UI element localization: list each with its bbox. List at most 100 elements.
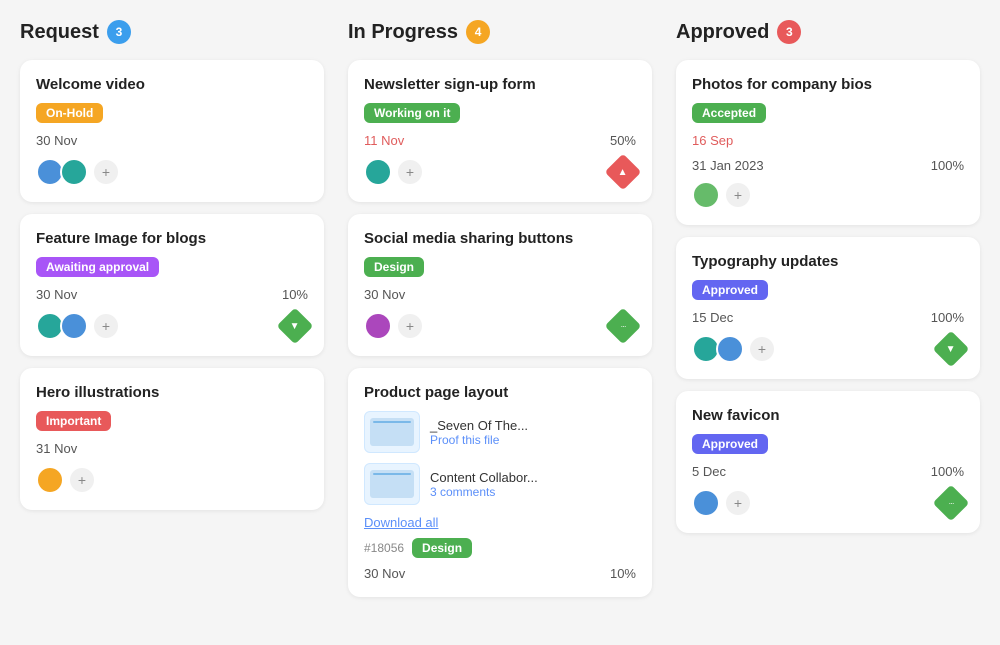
card-card-favicon: New favicon Approved 5 Dec 100% + [676, 391, 980, 533]
avatar-group: + [364, 312, 422, 340]
card-date-primary: 16 Sep [692, 133, 964, 148]
card-date-secondary: 31 Jan 2023 [692, 158, 764, 173]
add-assignee-button[interactable]: + [750, 337, 774, 361]
status-tag: Important [36, 411, 111, 431]
file-action-link[interactable]: 3 comments [430, 485, 636, 499]
card-title: New favicon [692, 407, 964, 424]
add-assignee-button[interactable]: + [70, 468, 94, 492]
file-row: Content Collabor...3 comments [364, 463, 636, 505]
status-tag: Working on it [364, 103, 460, 123]
status-tag: On-Hold [36, 103, 103, 123]
card-date: 5 Dec [692, 464, 726, 479]
download-all-link[interactable]: Download all [364, 515, 636, 530]
card-card-hero: Hero illustrations Important 31 Nov + [20, 368, 324, 510]
avatar-group: + [692, 335, 774, 363]
card-card-product: Product page layout _Seven Of The...Proof… [348, 368, 652, 597]
card-title: Newsletter sign-up form [364, 76, 636, 93]
priority-down-icon[interactable] [277, 308, 314, 345]
avatar-group: + [364, 158, 422, 186]
file-row: _Seven Of The...Proof this file [364, 411, 636, 453]
card-percent: 50% [610, 133, 636, 148]
card-title: Photos for company bios [692, 76, 964, 93]
file-info: _Seven Of The...Proof this file [430, 418, 636, 447]
add-assignee-button[interactable]: + [398, 160, 422, 184]
card-footer: + [692, 335, 964, 363]
card-date: 15 Dec [692, 310, 733, 325]
priority-down-icon[interactable] [933, 331, 970, 368]
status-tag: Awaiting approval [36, 257, 159, 277]
card-footer: + [36, 312, 308, 340]
ticket-id: #18056 [364, 541, 404, 555]
card-title: Hero illustrations [36, 384, 308, 401]
card-percent: 10% [282, 287, 308, 302]
avatar-group: + [36, 466, 94, 494]
card-date-wrap: 30 Nov [364, 287, 636, 302]
card-title: Social media sharing buttons [364, 230, 636, 247]
avatar [364, 158, 392, 186]
column-approved: Approved 3 Photos for company biosAccepted… [676, 20, 980, 545]
status-tag: Approved [692, 280, 768, 300]
kanban-board: Request3Welcome videoOn-Hold30 Nov+Featu… [20, 20, 980, 609]
card-card-feature: Feature Image for blogs Awaiting approval… [20, 214, 324, 356]
avatar [692, 489, 720, 517]
column-request: Request3Welcome videoOn-Hold30 Nov+Featu… [20, 20, 324, 522]
card-footer: + [692, 181, 964, 209]
add-assignee-button[interactable]: + [726, 491, 750, 515]
card-date: 31 Nov [36, 441, 77, 456]
column-badge: 3 [107, 20, 131, 44]
card-card-newsletter: Newsletter sign-up form Working on it 11 N… [348, 60, 652, 202]
avatar-group: + [36, 158, 118, 186]
card-percent: 100% [931, 310, 964, 325]
card-date-row: 31 Jan 2023100% [692, 158, 964, 173]
card-title: Feature Image for blogs [36, 230, 308, 247]
column-header: Approved 3 [676, 20, 980, 44]
column-title: Approved [676, 21, 769, 44]
file-thumbnail [364, 463, 420, 505]
avatar [60, 312, 88, 340]
column-badge: 3 [777, 20, 801, 44]
card-date-wrap: 31 Nov [36, 441, 308, 456]
card-date: 11 Nov [364, 133, 404, 148]
card-date: 30 Nov [364, 287, 405, 302]
card-title: Welcome video [36, 76, 308, 93]
card-card-photos: Photos for company biosAccepted16 Sep31 … [676, 60, 980, 225]
status-tag: Design [364, 257, 424, 277]
card-percent: 100% [931, 464, 964, 479]
card-title: Product page layout [364, 384, 636, 401]
column-title: Request [20, 21, 99, 44]
card-card-typography: Typography updates Approved 15 Dec 100% + [676, 237, 980, 379]
card-footer: + [36, 158, 308, 186]
file-name: Content Collabor... [430, 470, 636, 485]
card-date: 30 Nov [36, 287, 77, 302]
file-action-link[interactable]: Proof this file [430, 433, 636, 447]
ticket-tag: Design [412, 538, 472, 558]
card-footer: + [36, 466, 308, 494]
column-in-progress: In Progress4 Newsletter sign-up form Worki… [348, 20, 652, 609]
add-assignee-button[interactable]: + [94, 314, 118, 338]
priority-dots-icon[interactable] [933, 485, 970, 522]
priority-dots-icon[interactable] [605, 308, 642, 345]
card-tag-row: #18056 Design [364, 538, 636, 558]
avatar-group: + [36, 312, 118, 340]
priority-up-icon[interactable] [605, 154, 642, 191]
card-date-wrap: 11 Nov 50% [364, 133, 636, 148]
card-percent: 10% [610, 566, 636, 581]
add-assignee-button[interactable]: + [398, 314, 422, 338]
card-title: Typography updates [692, 253, 964, 270]
avatar [36, 466, 64, 494]
card-date-wrap: 15 Dec 100% [692, 310, 964, 325]
add-assignee-button[interactable]: + [94, 160, 118, 184]
avatar [60, 158, 88, 186]
avatar [364, 312, 392, 340]
card-card-welcome: Welcome videoOn-Hold30 Nov+ [20, 60, 324, 202]
add-assignee-button[interactable]: + [726, 183, 750, 207]
column-header: In Progress4 [348, 20, 652, 44]
card-card-social: Social media sharing buttons Design 30 Nov… [348, 214, 652, 356]
card-footer: 30 Nov 10% [364, 566, 636, 581]
avatar [692, 181, 720, 209]
card-footer: + [364, 312, 636, 340]
card-date: 30 Nov [364, 566, 405, 581]
card-date-wrap: 5 Dec 100% [692, 464, 964, 479]
status-tag: Approved [692, 434, 768, 454]
file-info: Content Collabor...3 comments [430, 470, 636, 499]
